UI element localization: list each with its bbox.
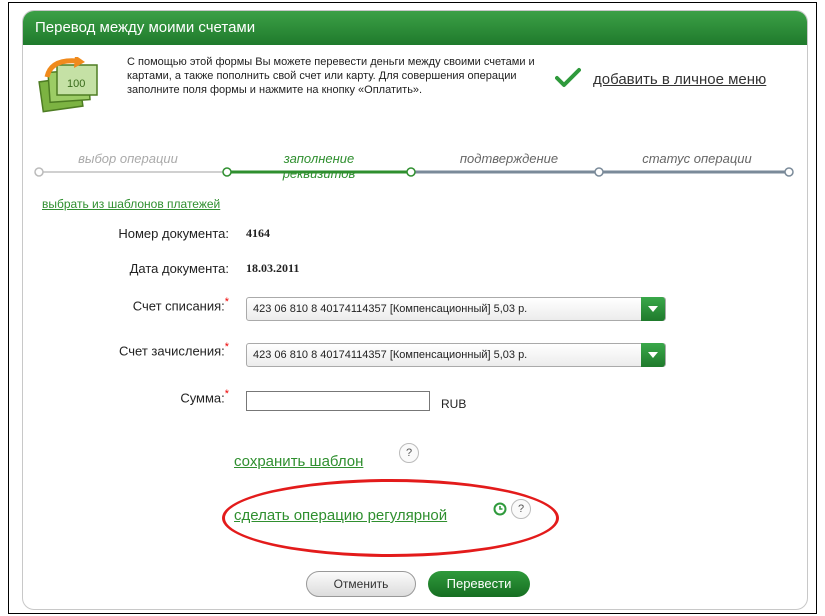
step-fill-details: заполнение реквизитов [282,151,356,181]
currency-label: RUB [441,397,467,411]
make-operation-regular-link[interactable]: сделать операцию регулярной [234,507,447,524]
from-account-label: Счет списания:* [63,296,229,313]
to-account-select[interactable]: 423 06 810 8 40174114357 [Компенсационны… [246,343,666,367]
step-operation-status: статус операции [642,151,752,166]
from-account-select[interactable]: 423 06 810 8 40174114357 [Компенсационны… [246,297,666,321]
from-account-selected-value: 423 06 810 8 40174114357 [Компенсационны… [253,303,528,315]
doc-number-value: 4164 [246,226,270,240]
to-account-label-text: Счет зачисления: [119,343,225,359]
doc-date-value: 18.03.2011 [246,261,300,275]
amount-label: Сумма:* [63,388,229,405]
required-marker: * [224,388,229,400]
help-icon[interactable]: ? [399,443,419,463]
transfer-form-panel: Перевод между моими счетами 100 С помощь… [22,10,808,610]
checkmark-icon [555,68,581,87]
panel-title: Перевод между моими счетами [23,11,807,45]
choose-from-templates-link[interactable]: выбрать из шаблонов платежей [42,197,220,211]
required-marker: * [224,296,229,308]
chevron-down-icon[interactable] [641,343,665,367]
cancel-button[interactable]: Отменить [306,571,416,597]
doc-number-label: Номер документа: [118,226,229,241]
to-account-label: Счет зачисления:* [63,341,229,358]
doc-date-label: Дата документа: [129,261,229,276]
amount-input[interactable] [246,391,430,411]
chevron-down-icon[interactable] [641,297,665,321]
money-transfer-icon: 100 [38,57,98,113]
progress-steps: выбор операции заполнение реквизитов под… [23,151,809,201]
intro-text: С помощью этой формы Вы можете перевести… [127,56,535,96]
save-template-link[interactable]: сохранить шаблон [234,453,363,470]
required-marker: * [224,341,229,353]
help-icon[interactable]: ? [511,499,531,519]
clock-icon[interactable] [493,502,507,516]
amount-label-text: Сумма: [180,390,225,406]
svg-text:100: 100 [67,78,85,90]
step-select-operation: выбор операции [78,151,178,166]
from-account-label-text: Счет списания: [132,298,225,314]
add-to-personal-menu-link[interactable]: добавить в личное меню [593,71,766,88]
transfer-button[interactable]: Перевести [428,571,530,597]
to-account-selected-value: 423 06 810 8 40174114357 [Компенсационны… [253,349,528,361]
step-confirmation: подтверждение [459,151,559,166]
